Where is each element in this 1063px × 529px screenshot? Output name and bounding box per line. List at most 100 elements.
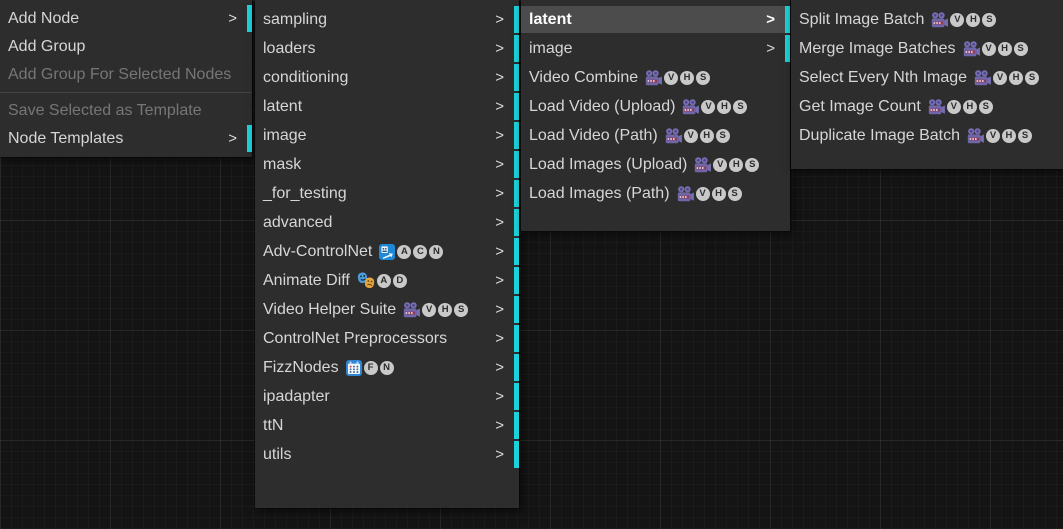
calendar-icon (346, 360, 362, 376)
menu-item-latent[interactable]: latent> (521, 6, 790, 33)
movie-camera-icon (928, 99, 945, 115)
menu-item-animate-diff[interactable]: Animate DiffAD> (255, 267, 519, 294)
submenu-arrow-icon: > (495, 412, 509, 439)
menu-item-label: Select Every Nth Image (799, 64, 967, 91)
menu-item-add-group[interactable]: Add Group (0, 33, 252, 60)
menu-item-load-video-upload[interactable]: Load Video (Upload)VHS (521, 93, 790, 120)
menu-item-advanced[interactable]: advanced > (255, 209, 519, 236)
menu-item-image[interactable]: image > (255, 122, 519, 149)
badge-letter-s: S (1014, 42, 1028, 56)
menu-separator (0, 92, 252, 93)
movie-camera-icon (974, 70, 991, 86)
badge-letter-h: H (1009, 71, 1023, 85)
menu-item-adv-controlnet[interactable]: Adv-ControlNetACN> (255, 238, 519, 265)
badge-letter-v: V (696, 187, 710, 201)
submenu-arrow-icon: > (495, 267, 509, 294)
badge-letter-s: S (979, 100, 993, 114)
badge-letter-s: S (733, 100, 747, 114)
movie-camera-icon (931, 12, 948, 28)
submenu-arrow-icon: > (495, 441, 509, 468)
video-helper-suite-menu-panel: latent>image>Video CombineVHSLoad Video … (521, 0, 790, 231)
submenu-arrow-icon: > (495, 354, 509, 381)
menu-item-node-templates[interactable]: Node Templates> (0, 125, 252, 152)
menu-item-load-images-path[interactable]: Load Images (Path)VHS (521, 180, 790, 207)
menu-item-label: Duplicate Image Batch (799, 122, 960, 149)
menu-item-label: conditioning (263, 64, 348, 91)
menu-item-label: Split Image Batch (799, 6, 924, 33)
badge-letter-s: S (728, 187, 742, 201)
submenu-arrow-icon: > (766, 35, 780, 62)
menu-item-label: Add Group For Selected Nodes (8, 61, 231, 88)
badge-letter-s: S (745, 158, 759, 172)
menu-item-label: mask (263, 151, 301, 178)
menu-item-add-node[interactable]: Add Node> (0, 5, 252, 32)
submenu-arrow-icon: > (495, 93, 509, 120)
menu-item-ttn[interactable]: ttN> (255, 412, 519, 439)
submenu-arrow-icon: > (495, 122, 509, 149)
menu-item-get-image-count[interactable]: Get Image CountVHS (791, 93, 1063, 120)
badge-letter-v: V (950, 13, 964, 27)
menu-item-controlnet-preprocessors[interactable]: ControlNet Preprocessors> (255, 325, 519, 352)
movie-camera-icon (677, 186, 694, 202)
movie-camera-icon (665, 128, 682, 144)
badge-letter-v: V (713, 158, 727, 172)
badge-letter-c: C (413, 245, 427, 259)
badge-letter-h: H (729, 158, 743, 172)
menu-item-label: Add Node (8, 5, 79, 32)
movie-camera-icon (682, 99, 699, 115)
menu-item-select-every-nth-image[interactable]: Select Every Nth ImageVHS (791, 64, 1063, 91)
badge-letter-s: S (716, 129, 730, 143)
badge-letter-h: H (966, 13, 980, 27)
menu-item-load-images-upload[interactable]: Load Images (Upload) VHS (521, 151, 790, 178)
menu-item-merge-image-batches[interactable]: Merge Image BatchesVHS (791, 35, 1063, 62)
submenu-arrow-icon: > (495, 296, 509, 323)
menu-item-video-combine[interactable]: Video CombineVHS (521, 64, 790, 91)
menu-item-video-helper-suite[interactable]: Video Helper SuiteVHS> (255, 296, 519, 323)
menu-item-label: image (529, 35, 573, 62)
submenu-arrow-icon: > (495, 180, 509, 207)
menu-item-label: FizzNodes (263, 354, 339, 381)
menu-item-label: image (263, 122, 307, 149)
badge-letter-n: N (380, 361, 394, 375)
badge-letter-v: V (993, 71, 1007, 85)
menu-item-latent[interactable]: latent> (255, 93, 519, 120)
menu-item-label: Merge Image Batches (799, 35, 956, 62)
menu-item-for-testing[interactable]: _for_testing> (255, 180, 519, 207)
menu-item-label: ipadapter (263, 383, 330, 410)
badge-letter-v: V (986, 129, 1000, 143)
menu-item-sampling[interactable]: sampling> (255, 6, 519, 33)
badge-letter-h: H (700, 129, 714, 143)
submenu-arrow-icon: > (495, 151, 509, 178)
menu-item-utils[interactable]: utils > (255, 441, 519, 468)
submenu-arrow-icon: > (495, 6, 509, 33)
menu-item-mask[interactable]: mask > (255, 151, 519, 178)
submenu-arrow-icon: > (495, 325, 509, 352)
menu-item-split-image-batch[interactable]: Split Image BatchVHS (791, 6, 1063, 33)
menu-item-label: loaders (263, 35, 315, 62)
badge-letter-h: H (717, 100, 731, 114)
submenu-arrow-icon: > (495, 383, 509, 410)
badge-letter-a: A (377, 274, 391, 288)
menu-item-label: Load Images (Upload) (529, 151, 687, 178)
menu-item-fizznodes[interactable]: FizzNodesFN> (255, 354, 519, 381)
menu-item-ipadapter[interactable]: ipadapter > (255, 383, 519, 410)
movie-camera-icon (403, 302, 420, 318)
badge-letter-h: H (963, 100, 977, 114)
menu-item-add-group-for-selected-nodes: Add Group For Selected Nodes (0, 61, 252, 88)
menu-item-label: latent (529, 6, 572, 33)
menu-item-label: Node Templates (8, 125, 123, 152)
menu-item-load-video-path[interactable]: Load Video (Path)VHS (521, 122, 790, 149)
passport-control-icon (379, 244, 395, 260)
movie-camera-icon (967, 128, 984, 144)
menu-item-duplicate-image-batch[interactable]: Duplicate Image BatchVHS (791, 122, 1063, 149)
menu-item-label: advanced (263, 209, 332, 236)
menu-item-loaders[interactable]: loaders> (255, 35, 519, 62)
badge-letter-n: N (429, 245, 443, 259)
menu-item-conditioning[interactable]: conditioning> (255, 64, 519, 91)
graph-canvas[interactable]: Add Node>Add GroupAdd Group For Selected… (0, 0, 1063, 529)
submenu-arrow-icon: > (495, 209, 509, 236)
badge-letter-a: A (397, 245, 411, 259)
badge-letter-s: S (454, 303, 468, 317)
menu-item-label: utils (263, 441, 291, 468)
menu-item-image[interactable]: image > (521, 35, 790, 62)
